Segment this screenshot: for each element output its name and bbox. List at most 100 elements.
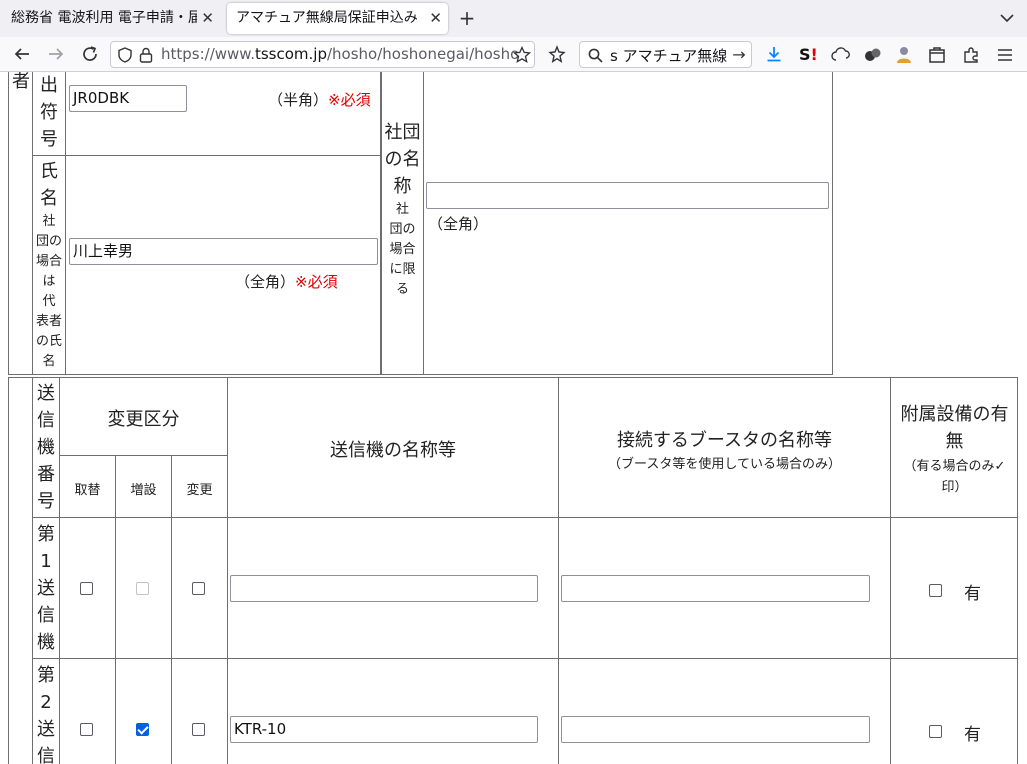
transmitter-1-replace-checkbox[interactable] bbox=[80, 582, 93, 595]
close-icon[interactable]: ✕ bbox=[429, 3, 442, 34]
transmitter-2-add-checkbox[interactable] bbox=[136, 723, 149, 736]
url-bar[interactable]: https://www.tsscom.jp/hosho/hoshonegai/h… bbox=[110, 41, 535, 68]
extension-circles-icon[interactable] bbox=[863, 46, 883, 64]
download-icon[interactable] bbox=[765, 45, 783, 63]
label-char: の氏 bbox=[35, 334, 62, 349]
header-line: 無 bbox=[945, 431, 964, 452]
tab-title: アマチュア無線局保証申込み bbox=[236, 10, 418, 26]
name-input[interactable]: 川上幸男 bbox=[69, 238, 378, 265]
transmitter-2-name-input[interactable]: KTR-10 bbox=[230, 716, 538, 743]
attachment-note: （有る場合のみ✓ 印） bbox=[891, 456, 1018, 498]
label-char: 氏 bbox=[40, 161, 58, 182]
label-char: 2 bbox=[40, 692, 52, 713]
transmitter-1-booster-input[interactable] bbox=[561, 575, 870, 602]
label-char: 社団 bbox=[384, 122, 421, 143]
label-char: る bbox=[395, 282, 409, 297]
lock-icon[interactable] bbox=[139, 47, 153, 63]
club-name-input[interactable] bbox=[426, 182, 829, 209]
label-char: 称 bbox=[393, 176, 412, 197]
shield-icon[interactable] bbox=[117, 47, 133, 63]
label-char: 表者 bbox=[35, 314, 62, 329]
hamburger-menu-icon[interactable] bbox=[996, 46, 1014, 64]
header-char: 信 bbox=[37, 410, 55, 431]
header-char: 機 bbox=[37, 437, 55, 458]
extensions-puzzle-icon[interactable] bbox=[962, 46, 980, 64]
half-width-note: （半角） bbox=[268, 91, 329, 109]
label-char: 第 bbox=[37, 524, 55, 545]
header-line: 附属設備の有 bbox=[900, 404, 1009, 425]
extension-star-icon[interactable] bbox=[547, 45, 567, 65]
url-path: /hosho/hoshonegai/hosho bbox=[326, 45, 520, 63]
attachment-header: 附属設備の有 無 bbox=[891, 401, 1018, 455]
url-text[interactable]: https://www.tsscom.jp/hosho/hoshonegai/h… bbox=[161, 45, 519, 63]
extension-person-icon[interactable] bbox=[895, 45, 913, 65]
label-char: は bbox=[42, 274, 56, 289]
divider bbox=[59, 455, 227, 456]
label-char: 団の bbox=[389, 222, 416, 237]
transmitter-2-modify-checkbox[interactable] bbox=[192, 723, 205, 736]
search-go-arrow-icon[interactable]: → bbox=[730, 44, 748, 66]
callsign-note: （半角）※必須 bbox=[268, 89, 371, 110]
transmitter-1-modify-checkbox[interactable] bbox=[192, 582, 205, 595]
tab-title: 総務省 電波利用 電子申請・届出システム bbox=[11, 10, 197, 26]
transmitter-2-replace-checkbox[interactable] bbox=[80, 723, 93, 736]
label-char: に限 bbox=[389, 262, 416, 277]
label-char: 社 bbox=[42, 214, 56, 229]
transmitter-1-name-input[interactable] bbox=[230, 575, 538, 602]
note-line: 印） bbox=[941, 480, 968, 495]
club-label: 社団 の名 称 社 団の 場合 に限 る bbox=[381, 119, 424, 300]
label-char: 団の bbox=[35, 234, 62, 249]
label-char: 送 bbox=[37, 719, 55, 740]
name-cell bbox=[32, 155, 381, 375]
note-line: （有る場合のみ✓ bbox=[903, 459, 1006, 474]
new-tab-icon[interactable]: + bbox=[455, 6, 479, 30]
transmitter-1-add-checkbox[interactable] bbox=[136, 582, 149, 595]
booster-name-header: 接続するブースタの名称等 bbox=[616, 430, 833, 451]
bookmark-star-icon[interactable] bbox=[513, 46, 531, 64]
applicant-label: 者 bbox=[12, 72, 30, 92]
close-icon[interactable]: ✕ bbox=[201, 3, 214, 34]
search-bar[interactable]: s アマチュア無線 → bbox=[579, 41, 752, 68]
attachment-label: 有 bbox=[964, 584, 981, 604]
tab-soumu[interactable]: 総務省 電波利用 電子申請・届出システム ✕ bbox=[2, 3, 220, 34]
label-char: 機 bbox=[37, 632, 55, 653]
transmitter-1-label: 第 1 送 信 機 bbox=[33, 521, 59, 656]
search-icon bbox=[588, 48, 603, 63]
transmitter-1-attachment-checkbox[interactable] bbox=[929, 584, 942, 597]
club-note: （全角） bbox=[428, 215, 489, 233]
callsign-input[interactable]: JR0DBK bbox=[69, 85, 187, 112]
label-char: 号 bbox=[40, 129, 58, 150]
extension-s-icon[interactable]: S! bbox=[799, 45, 819, 65]
container-icon[interactable] bbox=[928, 46, 946, 64]
extension-cloud-icon[interactable] bbox=[831, 46, 851, 64]
navigation-toolbar: https://www.tsscom.jp/hosho/hoshonegai/h… bbox=[0, 37, 1027, 72]
transmitter-2-booster-input[interactable] bbox=[561, 716, 870, 743]
tab-bar: 総務省 電波利用 電子申請・届出システム ✕ アマチュア無線局保証申込み ✕ + bbox=[0, 0, 1027, 37]
label-char: 出 bbox=[40, 75, 58, 96]
url-prefix: https://www. bbox=[161, 45, 255, 63]
label-char: 第 bbox=[37, 665, 55, 686]
label-char: 符 bbox=[40, 102, 58, 123]
label-char: 信 bbox=[37, 605, 55, 626]
label-char: 信 bbox=[37, 746, 55, 764]
chevron-down-icon[interactable] bbox=[997, 8, 1017, 28]
full-width-note: （全角） bbox=[235, 273, 296, 291]
modify-header: 変更 bbox=[186, 483, 213, 498]
forward-arrow-icon[interactable] bbox=[44, 42, 68, 66]
header-char: 号 bbox=[37, 491, 55, 512]
reload-icon[interactable] bbox=[78, 42, 102, 66]
transmitter-name-header: 送信機の名称等 bbox=[330, 440, 456, 461]
replace-header: 取替 bbox=[74, 483, 101, 498]
transmitter-2-attachment-checkbox[interactable] bbox=[929, 725, 942, 738]
search-text[interactable]: s アマチュア無線 bbox=[610, 45, 727, 66]
divider bbox=[171, 455, 172, 764]
name-label: 氏 名 社 団の 場合 は 代 表者 の氏 名 bbox=[33, 158, 65, 372]
tab-hosho-active[interactable]: アマチュア無線局保証申込み ✕ bbox=[227, 3, 448, 34]
label-char: の名 bbox=[384, 149, 421, 170]
label-char: 名 bbox=[42, 354, 56, 369]
callsign-label: 出 符 号 bbox=[33, 72, 65, 153]
back-arrow-icon[interactable] bbox=[10, 42, 34, 66]
header-char: 番 bbox=[37, 464, 55, 485]
page-content: 者 出 符 号 JR0DBK （半角）※必須 氏 名 社 団の 場合 は 代 表… bbox=[0, 72, 1027, 764]
divider bbox=[59, 377, 60, 764]
